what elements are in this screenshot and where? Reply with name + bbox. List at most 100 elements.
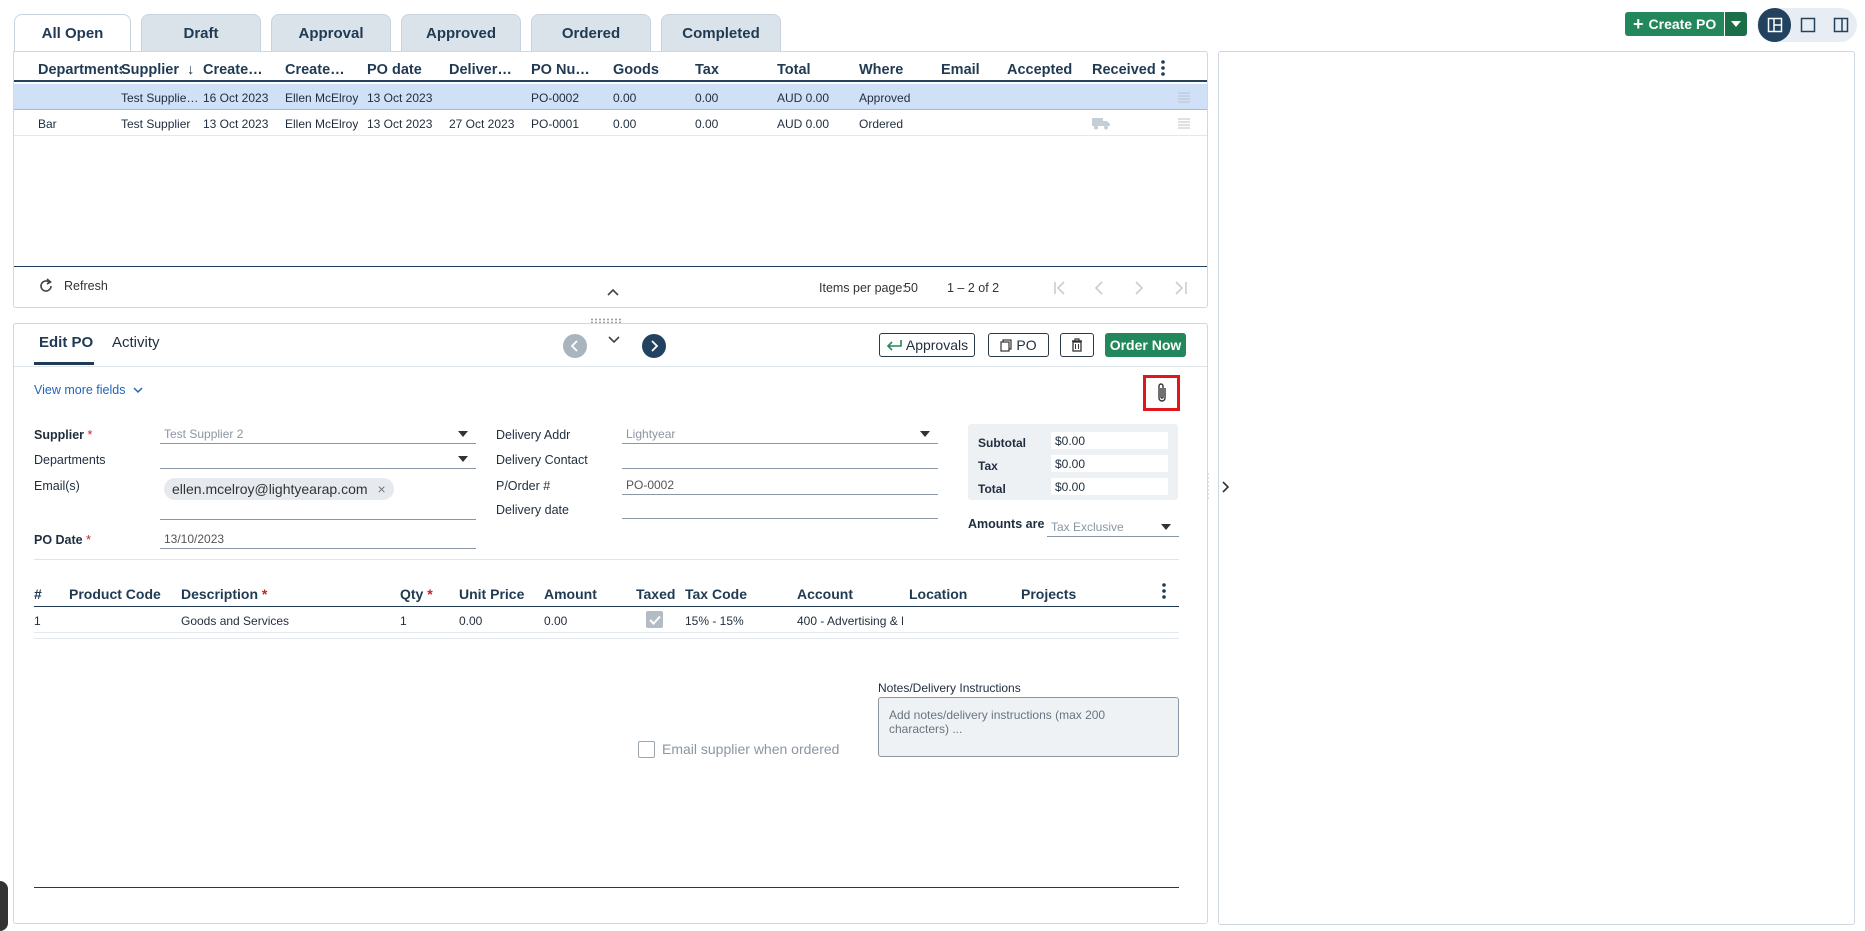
col-email[interactable]: Email (941, 62, 980, 78)
line-cell-unit-price[interactable]: 0.00 (459, 614, 482, 628)
table-row[interactable]: Test Supplie… 16 Oct 2023 Ellen McElroy … (14, 84, 1207, 110)
col-accepted[interactable]: Accepted (1007, 62, 1072, 78)
delivery-contact-field[interactable] (622, 449, 938, 469)
col-where[interactable]: Where (859, 62, 903, 78)
layout-view-toggle (1757, 8, 1857, 42)
next-page-button[interactable] (1133, 281, 1145, 298)
split-layout-icon (1767, 17, 1782, 33)
tab-approval[interactable]: Approval (271, 14, 391, 52)
cell-created-by: Ellen McElroy (285, 117, 359, 131)
side-layout-button[interactable] (1824, 8, 1857, 42)
po-copy-button[interactable]: PO (988, 333, 1049, 357)
col-po-number[interactable]: PO Nu… (531, 62, 590, 78)
col-supplier-label: Supplier (121, 62, 180, 78)
trash-icon (1072, 338, 1082, 352)
delivery-date-field[interactable] (622, 499, 938, 519)
attachment-button[interactable] (1143, 375, 1180, 411)
previous-po-button[interactable] (563, 334, 587, 358)
po-list-panel: Departments Supplier ↓ Create… Create… P… (13, 51, 1208, 308)
items-per-page-select[interactable]: 50 (904, 281, 918, 295)
next-po-button[interactable] (642, 334, 666, 358)
single-layout-button[interactable] (1791, 8, 1824, 42)
porder-field[interactable]: PO-0002 (622, 475, 938, 495)
col-created-date[interactable]: Create… (203, 62, 263, 78)
cell-po-number: PO-0001 (531, 117, 580, 131)
expand-edit-button[interactable] (608, 332, 620, 347)
line-col-projects: Projects (1021, 586, 1077, 602)
line-row-rule (34, 632, 1179, 633)
approvals-button[interactable]: Approvals (879, 333, 975, 357)
line-cell-tax-code[interactable]: 15% - 15% (685, 614, 744, 628)
sort-arrow-down-icon: ↓ (187, 62, 195, 78)
amounts-are-select[interactable]: Tax Exclusive (1047, 517, 1179, 537)
last-page-button[interactable] (1172, 281, 1188, 298)
truck-icon (1091, 116, 1111, 133)
total-label: Total (978, 482, 1006, 496)
cell-department: Bar (38, 117, 57, 131)
caret-down-icon (1731, 21, 1742, 27)
col-supplier[interactable]: Supplier ↓ (121, 62, 194, 78)
close-icon[interactable]: × (378, 481, 386, 497)
col-departments[interactable]: Departments (38, 62, 122, 78)
order-now-button[interactable]: Order Now (1105, 333, 1186, 357)
col-po-date[interactable]: PO date (367, 62, 422, 78)
create-po-button[interactable]: + Create PO (1625, 12, 1725, 36)
col-total[interactable]: Total (777, 62, 811, 78)
row-notes-icon[interactable] (1178, 91, 1190, 106)
line-column-menu-button[interactable] (1161, 583, 1167, 602)
first-page-button[interactable] (1053, 281, 1069, 298)
supplier-select[interactable]: Test Supplier 2 (160, 424, 476, 444)
cell-total: AUD 0.00 (777, 117, 830, 131)
po-status-tabs: All Open Draft Approval Approved Ordered… (14, 14, 781, 52)
caret-down-icon (920, 431, 930, 437)
cell-where: Approved (859, 91, 911, 105)
checkmark-icon (648, 615, 661, 625)
refresh-button[interactable]: Refresh (38, 278, 108, 294)
expand-panel-button[interactable] (1222, 481, 1230, 496)
line-cell-qty[interactable]: 1 (400, 614, 407, 628)
create-po-dropdown-button[interactable] (1725, 12, 1748, 36)
col-received[interactable]: Received (1092, 62, 1156, 78)
line-cell-description[interactable]: Goods and Services (181, 614, 289, 628)
split-layout-button[interactable] (1758, 8, 1791, 42)
tab-activity[interactable]: Activity (112, 334, 160, 351)
collapse-list-button[interactable] (607, 284, 619, 299)
taxed-checkbox[interactable] (646, 611, 663, 628)
tab-edit-po[interactable]: Edit PO (39, 334, 93, 351)
col-created-by[interactable]: Create… (285, 62, 345, 78)
plus-icon: + (1633, 14, 1644, 34)
delivery-addr-label: Delivery Addr (496, 428, 571, 442)
col-delivery[interactable]: Deliver… (449, 62, 512, 78)
view-more-fields-link[interactable]: View more fields (34, 383, 144, 397)
tab-all-open[interactable]: All Open (14, 14, 131, 52)
tab-ordered[interactable]: Ordered (531, 14, 651, 52)
pagination-footer: Refresh Items per page: 50 1 – 2 of 2 (14, 266, 1207, 308)
tab-draft[interactable]: Draft (141, 14, 261, 52)
line-col-amount: Amount (544, 586, 597, 602)
delivery-addr-select[interactable]: Lightyear (622, 424, 938, 444)
column-menu-button[interactable] (1160, 60, 1166, 79)
line-cell-account[interactable]: 400 - Advertising & M (797, 614, 903, 628)
departments-label: Departments (34, 453, 106, 467)
delivery-addr-value: Lightyear (626, 427, 676, 441)
items-per-page-label: Items per page: (819, 281, 906, 295)
tab-approved[interactable]: Approved (401, 14, 521, 52)
divider (14, 366, 1207, 367)
po-date-field[interactable]: 13/10/2023 (160, 529, 476, 549)
line-row-rule (34, 638, 1179, 639)
col-goods[interactable]: Goods (613, 62, 659, 78)
line-col-taxed: Taxed (636, 586, 676, 602)
side-drawer-tab[interactable] (0, 881, 8, 931)
delete-button[interactable] (1060, 333, 1094, 357)
notes-textarea[interactable]: Add notes/delivery instructions (max 200… (878, 697, 1179, 757)
table-row[interactable]: Bar Test Supplier 13 Oct 2023 Ellen McEl… (14, 110, 1207, 136)
tab-completed[interactable]: Completed (661, 14, 781, 52)
row-notes-icon[interactable] (1178, 117, 1190, 132)
departments-select[interactable] (160, 449, 476, 469)
col-tax[interactable]: Tax (695, 62, 719, 78)
chevron-right-icon (651, 340, 658, 352)
email-supplier-checkbox[interactable] (638, 741, 655, 758)
previous-page-button[interactable] (1093, 281, 1105, 298)
copy-icon (1000, 338, 1012, 352)
cell-tax: 0.00 (695, 91, 719, 105)
